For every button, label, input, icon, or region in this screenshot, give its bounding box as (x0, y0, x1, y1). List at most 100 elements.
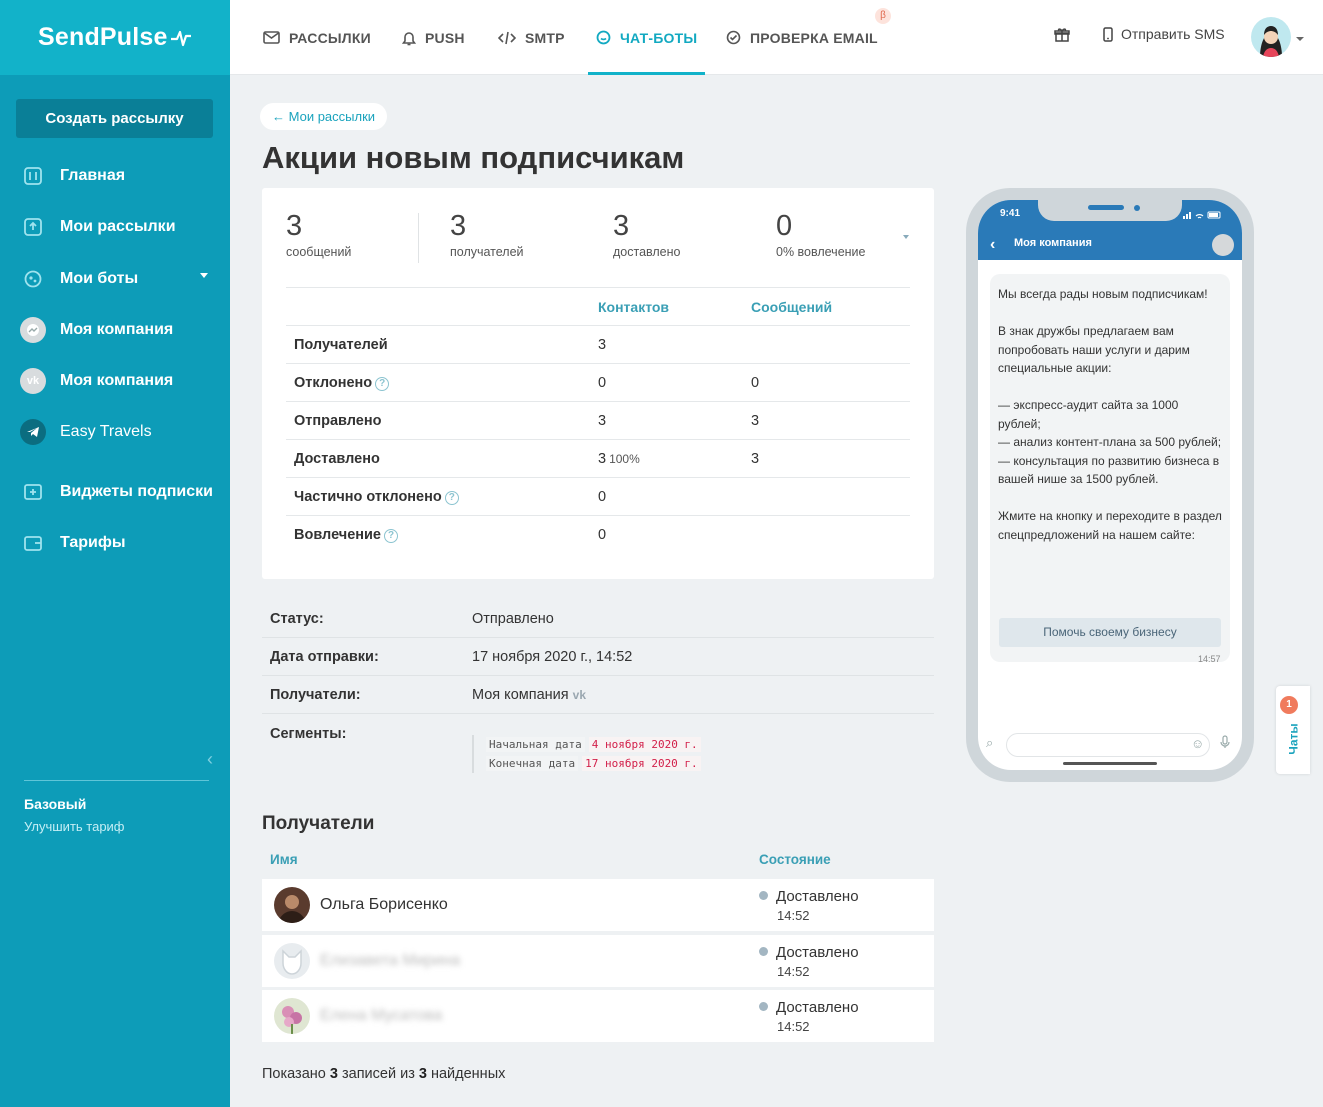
collapse-sidebar-icon[interactable]: ‹ (207, 749, 213, 770)
contacts-cell: 0 (590, 477, 743, 516)
segment-value: 4 ноября 2020 г. (588, 737, 701, 752)
vk-icon: vk (572, 688, 586, 702)
state-label: Доставлено (776, 888, 859, 905)
tab-label: SMTP (525, 29, 565, 46)
chat-icon (596, 30, 611, 45)
row-label: Отклонено (294, 374, 373, 391)
bell-icon (402, 30, 416, 46)
sidebar-item-label: Моя компания (60, 321, 174, 338)
widget-icon (22, 481, 44, 503)
tab-smtp[interactable]: SMTP (498, 0, 565, 75)
chevron-left-icon[interactable]: ‹ (990, 236, 995, 254)
unread-badge: 1 (1280, 696, 1298, 714)
summary-text: найденных (426, 1066, 506, 1082)
sidebar-item-label: Виджеты подписки (60, 483, 213, 500)
message-input[interactable] (1006, 733, 1210, 757)
segments-label: Сегменты: (270, 726, 347, 742)
create-campaign-button[interactable]: Создать рассылку (16, 99, 213, 138)
info-value: Моя компания vk (472, 687, 586, 703)
info-value: 17 ноября 2020 г., 14:52 (472, 649, 633, 665)
delivered-percent: 100% (609, 451, 640, 466)
sidebar-item-vk-company[interactable]: vk Моя компания (20, 367, 173, 395)
sidebar-item-widgets[interactable]: Виджеты подписки (22, 478, 213, 506)
sidebar-item-easy-travels[interactable]: Easy Travels (20, 418, 152, 446)
stat-value: 0 (776, 210, 793, 242)
message-action-button[interactable]: Помочь своему бизнесу (999, 618, 1221, 647)
contacts-cell: 0 (590, 363, 743, 402)
sidebar-item-label: Мои боты (60, 270, 139, 287)
gift-icon[interactable] (1054, 27, 1070, 48)
recipient-name: Елена Мусатова (320, 1007, 443, 1024)
state-label: Доставлено (776, 999, 859, 1016)
chevron-down-icon[interactable] (1296, 37, 1304, 41)
avatar (274, 887, 310, 923)
user-avatar[interactable] (1251, 17, 1291, 57)
recipient-row[interactable]: Ольга Борисенко Доставлено 14:52 (262, 879, 934, 931)
stat-delivered: 3 доставлено (613, 210, 681, 259)
emoji-icon[interactable]: ☺ (1191, 736, 1204, 751)
sidebar-item-pricing[interactable]: Тарифы (22, 529, 126, 557)
tab-chatbots[interactable]: ЧАТ-БОТЫ (588, 0, 706, 75)
chevron-down-icon[interactable] (200, 273, 208, 278)
tab-email-verification[interactable]: ПРОВЕРКА EMAIL (726, 0, 878, 75)
table-row: Доставлено 3 100% 3 (286, 439, 910, 478)
chat-avatar (1212, 234, 1234, 256)
send-sms-link[interactable]: Отправить SMS (1103, 26, 1225, 42)
summary-text: записей из (337, 1066, 419, 1082)
messages-cell (743, 477, 910, 516)
table-row: Вовлечение? 0 (286, 515, 910, 554)
row-label: Получателей (286, 325, 590, 364)
messages-cell (743, 325, 910, 364)
stat-label: 0% вовлечение (776, 245, 866, 259)
telegram-icon (20, 419, 46, 445)
help-icon[interactable]: ? (384, 528, 398, 543)
paperclip-icon[interactable]: ⌕ (986, 735, 993, 751)
messages-cell: 3 (743, 439, 910, 478)
plan-name: Базовый (24, 796, 87, 812)
divider (418, 213, 419, 263)
sidebar-item-my-campaigns[interactable]: Мои рассылки (22, 213, 176, 241)
tab-push[interactable]: PUSH (402, 0, 465, 75)
table-header: Контактов (590, 287, 743, 326)
stat-label: получателей (450, 245, 524, 259)
table-row: Частично отклонено? 0 (286, 477, 910, 516)
sidebar-item-messenger-company[interactable]: Моя компания (20, 316, 173, 344)
info-status: Статус: Отправлено (262, 600, 934, 638)
sendpulse-logo[interactable]: SendPulse (38, 23, 192, 52)
segment-item: Начальная дата 4 ноября 2020 г. (486, 735, 701, 754)
info-recipients: Получатели: Моя компания vk (262, 676, 934, 714)
logo-text: SendPulse (38, 23, 168, 51)
recipient-name: Елизавета Мирина (320, 952, 461, 969)
help-icon[interactable]: ? (444, 490, 459, 505)
column-header-name[interactable]: Имя (270, 852, 298, 867)
status-dot (759, 947, 768, 956)
home-indicator (1063, 762, 1157, 765)
back-to-campaigns-link[interactable]: ← Мои рассылки (260, 103, 388, 130)
sidebar-item-home[interactable]: Главная (22, 162, 125, 190)
stat-label: сообщений (286, 245, 352, 259)
segment-value: 17 ноября 2020 г. (582, 756, 701, 771)
chats-widget[interactable]: 1 Чаты (1276, 686, 1310, 774)
contacts-cell: 3 (590, 401, 743, 440)
column-header-state[interactable]: Состояние (759, 852, 831, 867)
stat-label: доставлено (613, 245, 681, 259)
vk-icon: vk (20, 368, 46, 394)
recipient-row[interactable]: Елена Мусатова Доставлено 14:52 (262, 990, 934, 1042)
microphone-icon[interactable] (1220, 735, 1230, 749)
top-nav: РАССЫЛКИ PUSH SMTP ЧАТ-БОТЫ ПРОВЕРКА EMA… (230, 0, 1323, 75)
table-row: Отклонено? 0 0 (286, 363, 910, 402)
tab-label: ЧАТ-БОТЫ (620, 29, 698, 46)
chevron-down-icon[interactable] (903, 235, 909, 239)
summary-text: Показано (262, 1066, 330, 1082)
bot-icon (22, 268, 44, 290)
tab-campaigns[interactable]: РАССЫЛКИ (263, 0, 371, 75)
sidebar-item-my-bots[interactable]: Мои боты (22, 265, 138, 293)
recipients-value: Моя компания (472, 687, 569, 703)
upgrade-plan-link[interactable]: Улучшить тариф (24, 819, 125, 834)
row-label: Доставлено (286, 439, 590, 478)
help-icon[interactable]: ? (375, 376, 390, 391)
phone-icon (1103, 26, 1113, 42)
recipient-row[interactable]: Елизавета Мирина Доставлено 14:52 (262, 935, 934, 987)
state-time: 14:52 (777, 908, 810, 923)
sidebar: SendPulse Создать рассылку Главная Мои р… (0, 0, 230, 1107)
